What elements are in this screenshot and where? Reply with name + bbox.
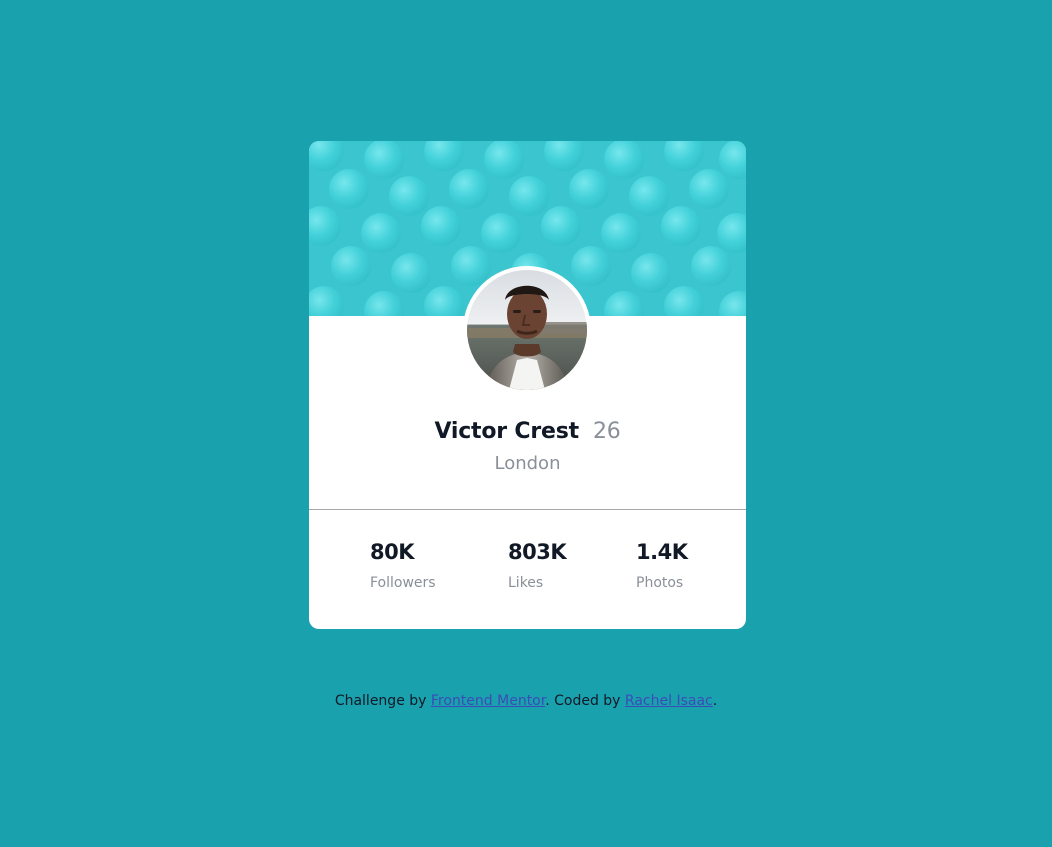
stat-label: Photos (636, 575, 684, 591)
stat-followers: 80K Followers (370, 537, 490, 593)
frontend-mentor-link[interactable]: Frontend Mentor (431, 693, 545, 709)
profile-age: 26 (592, 419, 621, 444)
stat-value: 80K (370, 540, 415, 564)
attribution-footer: Challenge by Frontend Mentor. Coded by R… (0, 691, 1052, 711)
profile-photo-icon (467, 270, 587, 390)
avatar (467, 270, 587, 390)
footer-prefix: Challenge by (334, 693, 431, 709)
stat-label: Followers (370, 575, 436, 591)
stat-value: 1.4K (636, 540, 688, 564)
stat-likes: 803K Likes (508, 537, 628, 593)
stats-divider (309, 509, 746, 510)
stat-label: Likes (508, 575, 544, 591)
name-age-line: Victor Crest 26 (309, 415, 746, 449)
stat-photos: 1.4K Photos (636, 537, 746, 593)
profile-location: London (494, 453, 561, 474)
profile-name: Victor Crest (434, 419, 579, 444)
stat-value: 803K (508, 540, 567, 564)
profile-card-page: Victor Crest 26 London 80K Followers 803K… (0, 0, 1052, 847)
profile-identity: Victor Crest 26 London (309, 415, 746, 477)
author-link[interactable]: Rachel Isaac (625, 693, 713, 709)
profile-card: Victor Crest 26 London 80K Followers 803K… (309, 141, 746, 629)
footer-suffix: . (712, 693, 718, 709)
footer-middle: . Coded by (545, 693, 625, 709)
avatar-frame (463, 266, 591, 394)
